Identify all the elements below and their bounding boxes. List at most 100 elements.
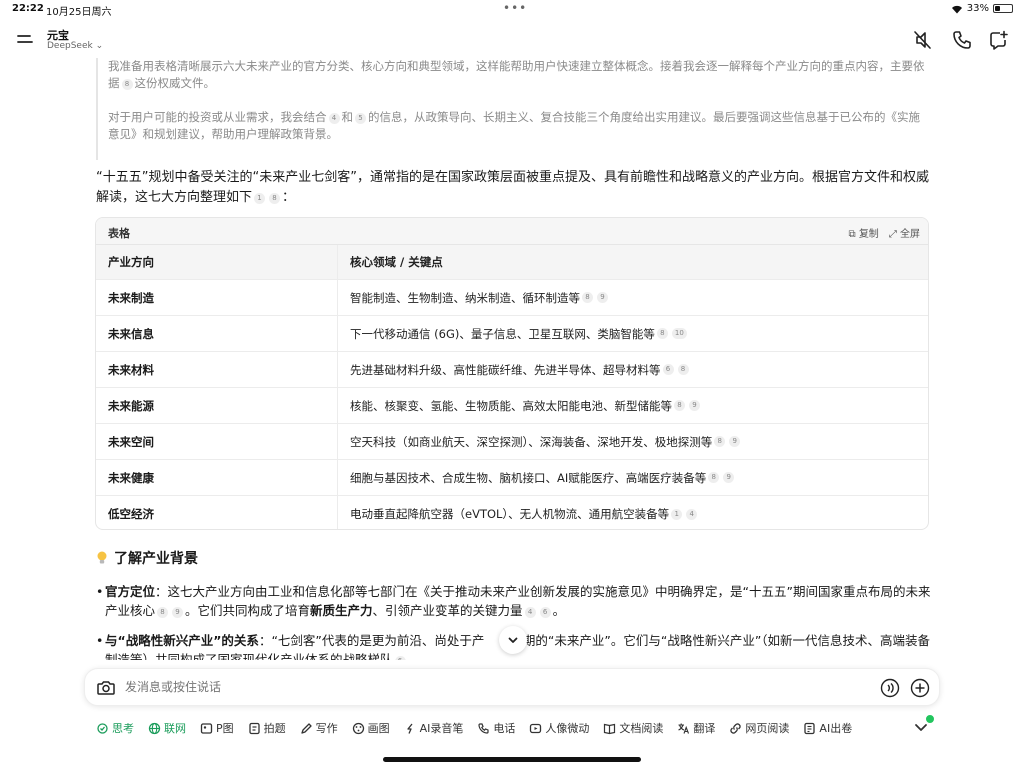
tool-label: 文档阅读 (619, 722, 664, 735)
voice-icon[interactable] (880, 678, 900, 698)
scroll-to-bottom-button[interactable] (499, 626, 527, 654)
globe-icon (148, 722, 161, 734)
model-name: DeepSeek (47, 41, 93, 51)
industry-name: 未来空间 (96, 424, 338, 459)
camera-icon[interactable] (96, 678, 116, 698)
status-date: 10月25日周六 (46, 7, 112, 18)
exam-icon (804, 722, 816, 734)
citation-badge[interactable]: 4 (524, 607, 536, 618)
citation-badge[interactable]: 1 (671, 508, 683, 520)
citation-badge[interactable]: 6 (662, 364, 674, 375)
bullet-text: 。 (552, 603, 566, 618)
citation-badge[interactable]: 9 (172, 607, 184, 618)
intro-text: “十五五”规划中备受关注的“未来产业七剑客”，通常指的是在国家政策层面被重点提及… (96, 170, 929, 205)
expand-icon: ⤢ (888, 229, 897, 240)
thinking-text: 和 (341, 110, 354, 124)
table-actions: ⧉ 复制 ⤢ 全屏 (848, 225, 920, 240)
citation-badge[interactable]: 8 (714, 436, 726, 447)
answer-intro: “十五五”规划中备受关注的“未来产业七剑客”，通常指的是在国家政策层面被重点提及… (96, 168, 932, 208)
citation-badge[interactable]: 9 (689, 400, 700, 411)
citation-badge[interactable]: 9 (723, 472, 735, 483)
fullscreen-button[interactable]: ⤢ 全屏 (889, 225, 920, 240)
palette-icon (352, 722, 364, 734)
lightbulb-icon (97, 551, 107, 564)
video-icon (530, 723, 542, 733)
citation-badge[interactable]: 1 (254, 193, 266, 204)
citation-badge[interactable]: 6 (539, 607, 551, 618)
table-column-header: 产业方向 核心领域 / 关键点 (96, 245, 928, 280)
menu-icon[interactable] (16, 30, 34, 48)
tool-label: 网页阅读 (745, 722, 790, 735)
tool-think[interactable]: 思考 (96, 720, 134, 736)
home-indicator[interactable] (383, 757, 641, 762)
industry-name: 未来材料 (96, 352, 338, 387)
copy-button[interactable]: ⧉ 复制 (848, 225, 878, 240)
industry-name: 未来健康 (96, 460, 338, 495)
tool-label: 联网 (164, 722, 186, 735)
fullscreen-label: 全屏 (900, 229, 920, 240)
battery-icon (993, 4, 1013, 13)
citation-badge[interactable]: 6 (394, 656, 406, 660)
tool-label: P图 (216, 722, 234, 735)
citation-badge[interactable]: 5 (355, 113, 366, 124)
citation-badge[interactable]: 8 (582, 292, 593, 303)
message-input[interactable] (125, 680, 865, 694)
plus-icon[interactable] (910, 678, 930, 698)
industry-name: 未来制造 (96, 280, 338, 315)
industry-name: 未来能源 (96, 388, 338, 423)
tool-link[interactable]: 网页阅读 (729, 720, 789, 736)
citation-badge[interactable]: 9 (597, 292, 608, 303)
tool-video[interactable]: 人像微动 (529, 720, 589, 736)
citation-badge[interactable]: 8 (708, 472, 720, 483)
tool-book[interactable]: 文档阅读 (603, 720, 663, 736)
status-bar: 22:22 10月25日周六 ••• 33% (0, 0, 1025, 18)
model-selector[interactable]: DeepSeek ⌄ (47, 41, 103, 51)
pen-icon (300, 722, 312, 734)
copy-label: 复制 (858, 229, 879, 240)
table-header-bar: 表格 ⧉ 复制 ⤢ 全屏 (96, 218, 928, 245)
citation-badge[interactable]: 8 (121, 79, 133, 90)
tool-phone[interactable]: 电话 (477, 720, 515, 736)
mute-icon[interactable] (911, 29, 933, 51)
industry-desc: 先进基础材料升级、高性能碳纤维、先进半导体、超导材料等 (350, 362, 661, 377)
phone-icon[interactable] (951, 29, 973, 51)
citation-badge[interactable]: 8 (674, 400, 685, 411)
tool-label: 拍题 (263, 722, 286, 735)
industry-desc: 细胞与基因技术、合成生物、脑机接口、AI赋能医疗、高端医疗装备等 (350, 470, 707, 485)
citation-badge[interactable]: 4 (328, 113, 340, 124)
industry-desc: 下一代移动通信 (6G)、量子信息、卫星互联网、类脑智能等 (350, 326, 655, 341)
thinking-text: 对于用户可能的投资或从业需求，我会结合 (108, 110, 327, 124)
tool-label: 写作 (315, 722, 338, 735)
section-heading: 了解产业背景 (96, 548, 198, 568)
tool-pen[interactable]: 写作 (300, 720, 338, 736)
industry-name: 低空经济 (96, 496, 338, 529)
citation-badge[interactable]: 9 (729, 436, 741, 447)
tool-translate[interactable]: 翻译 (677, 720, 715, 736)
citation-badge[interactable]: 8 (269, 193, 281, 204)
citation-badge[interactable]: 8 (677, 364, 689, 375)
link-icon (730, 722, 742, 734)
tool-scan-question[interactable]: 拍题 (248, 720, 286, 736)
notification-dot (924, 713, 936, 725)
new-chat-icon[interactable] (988, 29, 1010, 51)
chat-content[interactable]: 我准备用表格清晰展示六大未来产业的官方分类、核心方向和典型领域，这样能帮助用户快… (0, 58, 1025, 660)
table-row: 低空经济 电动垂直起降航空器（eVTOL）、无人机物流、通用航空装备等 1 4 (96, 496, 928, 529)
table-row: 未来健康 细胞与基因技术、合成生物、脑机接口、AI赋能医疗、高端医疗装备等 8 9 (96, 460, 928, 496)
tool-exam[interactable]: AI出卷 (803, 720, 852, 736)
tool-globe[interactable]: 联网 (148, 720, 186, 736)
image-edit-icon (200, 722, 213, 734)
copy-icon: ⧉ (848, 229, 856, 240)
tool-palette[interactable]: 画图 (352, 720, 390, 736)
bullet-label: 官方定位 (105, 584, 156, 599)
citation-badge[interactable]: 10 (671, 328, 687, 339)
tool-label: AI出卷 (819, 722, 853, 735)
tool-image-edit[interactable]: P图 (200, 720, 234, 736)
citation-badge[interactable]: 4 (686, 508, 698, 520)
industry-desc-cell: 智能制造、生物制造、纳米制造、循环制造等 8 9 (338, 280, 928, 315)
industry-desc-cell: 空天科技（如商业航天、深空探测）、深海装备、深地开发、极地探测等 8 9 (338, 424, 928, 459)
tool-recorder[interactable]: AI录音笔 (404, 720, 463, 736)
multitask-dots-icon[interactable]: ••• (503, 1, 527, 15)
citation-badge[interactable]: 8 (656, 328, 668, 339)
table-row: 未来信息 下一代移动通信 (6G)、量子信息、卫星互联网、类脑智能等 8 10 (96, 316, 928, 352)
citation-badge[interactable]: 8 (157, 607, 169, 618)
